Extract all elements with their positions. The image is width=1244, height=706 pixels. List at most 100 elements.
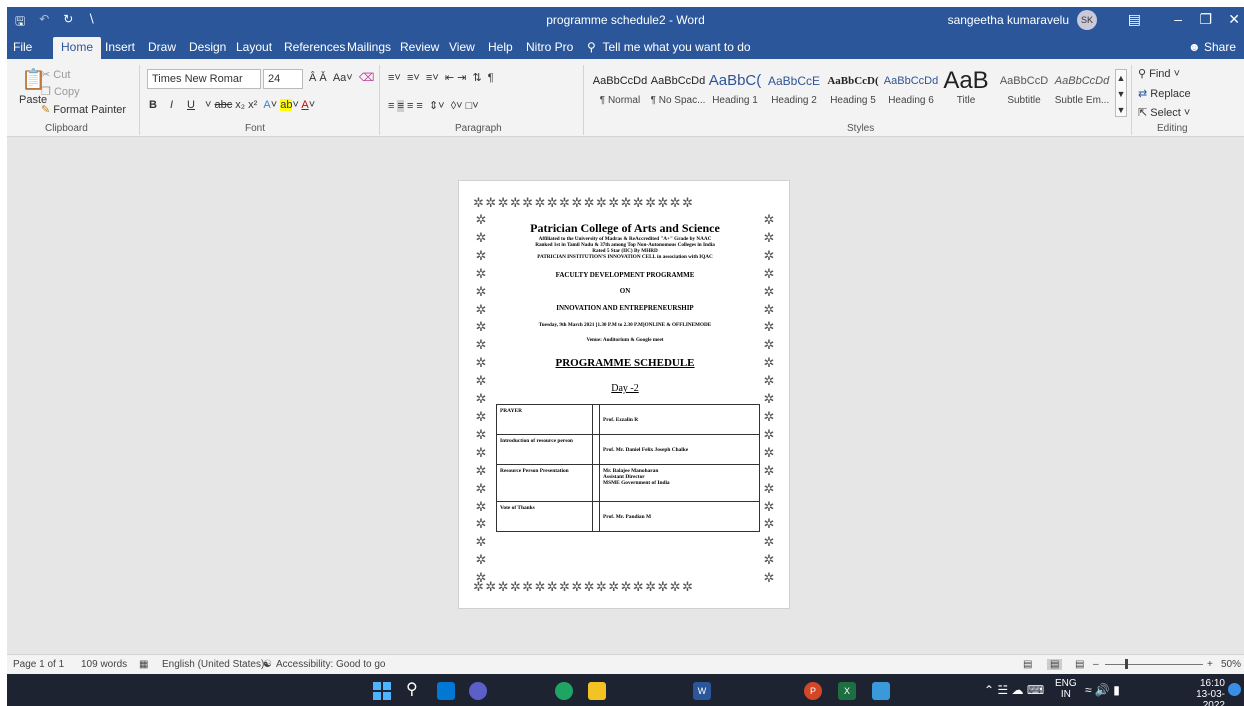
style-heading-1[interactable]: AaBbC(Heading 1 — [704, 67, 766, 115]
scissors-icon: ✂ — [41, 69, 51, 81]
style-subtitle[interactable]: AaBbCcD Subtitle — [993, 67, 1055, 115]
schedule-person: Prof. Mr. Pandian M — [599, 501, 760, 532]
close-icon[interactable]: ✕ — [1228, 11, 1240, 28]
tab-nitro-pro[interactable]: Nitro Pro — [526, 40, 573, 54]
accessibility-status[interactable]: Accessibility: Good to go — [276, 659, 386, 670]
input-language[interactable]: ENG IN — [1055, 678, 1077, 700]
edge-icon[interactable] — [555, 682, 573, 700]
font-size-controls[interactable]: Â Ǎ Aa˅ ⌫ — [309, 71, 374, 84]
clear-formatting-icon[interactable]: ⌫ — [359, 72, 375, 84]
notification-icon[interactable] — [1228, 683, 1241, 696]
style-name: Heading 5 — [830, 95, 876, 106]
zoom-in-icon[interactable]: + — [1207, 659, 1213, 670]
share-button[interactable]: ☻ Share — [1188, 40, 1236, 54]
font-color-icon[interactable]: A — [301, 99, 308, 111]
underline-button[interactable]: U — [187, 99, 195, 111]
on-text: ON — [619, 287, 631, 295]
schedule-item: Vote of Thanks — [496, 501, 593, 532]
zoom-level[interactable]: 50% — [1221, 659, 1241, 670]
replace-button[interactable]: ⇄ Replace — [1138, 87, 1191, 100]
brush-icon: ✎ — [41, 104, 51, 116]
tab-home[interactable]: Home — [53, 37, 102, 60]
tell-me-search[interactable]: ⚲ Tell me what you want to do — [587, 40, 751, 54]
find-button[interactable]: ⚲ Find ˅ — [1138, 67, 1180, 80]
word-count[interactable]: 109 words — [81, 659, 127, 670]
style-normal[interactable]: AaBbCcDd ¶ Normal — [589, 67, 651, 115]
schedule-person: Prof. Ezzalin R — [599, 404, 760, 435]
minimize-icon[interactable]: – — [1174, 11, 1182, 27]
style-heading-6[interactable]: AaBbCcDd Heading 6 — [880, 67, 942, 115]
web-layout-icon[interactable]: ▤ — [1075, 659, 1084, 670]
highlight-icon[interactable]: ab — [280, 99, 293, 111]
zoom-slider[interactable] — [1105, 664, 1203, 665]
file-explorer-icon[interactable] — [588, 682, 606, 700]
table-row: PRAYER Prof. Ezzalin R — [496, 404, 760, 435]
tab-draw[interactable]: Draw — [148, 40, 176, 54]
italic-button[interactable]: I — [170, 99, 173, 111]
tell-me-label: Tell me what you want to do — [602, 40, 751, 54]
style-subtle-emphasis[interactable]: AaBbCcDd Subtle Em... — [1051, 67, 1113, 115]
tab-mailings[interactable]: Mailings — [347, 40, 391, 54]
clock-date: 13-03-2022 — [1196, 689, 1225, 706]
copy-label: Copy — [53, 86, 80, 98]
cut-button[interactable]: ✂ Cut — [41, 68, 70, 81]
alignment-controls[interactable]: ≡ ≡ ≡ ≡ ⇕˅ ◊˅ □˅ — [388, 99, 479, 112]
format-painter-button[interactable]: ✎ Format Painter — [41, 103, 126, 116]
font-size-box[interactable]: 24 — [263, 69, 303, 89]
proofing-icon[interactable]: ▦ — [139, 659, 148, 670]
shading-icon[interactable]: ◊ — [451, 100, 456, 112]
group-label-styles: Styles — [847, 123, 875, 134]
bold-button[interactable]: B — [149, 99, 157, 111]
replace-icon: ⇄ — [1138, 88, 1148, 100]
print-layout-icon[interactable]: ▤ — [1047, 659, 1063, 670]
powerpoint-taskbar-icon[interactable]: P — [804, 682, 822, 700]
text-effects-controls[interactable]: ˅ abc x₂ x² A˅ ab˅ A˅ — [205, 99, 315, 111]
widgets-icon[interactable] — [437, 682, 455, 700]
tray-icons[interactable]: ⌃ ☱ ☁ ⌨ — [984, 683, 1044, 697]
font-name-box[interactable]: Times New Romar — [147, 69, 261, 89]
user-name[interactable]: sangeetha kumaravelu — [948, 13, 1069, 27]
style-heading-5[interactable]: AaBbCcD(Heading 5 — [822, 67, 884, 115]
document-page[interactable]: ✲✲✲✲✲✲✲✲✲✲✲✲✲✲✲✲✲✲ ✲✲✲✲✲✲✲✲✲✲✲✲✲✲✲✲✲✲ ✲ ✲… — [458, 180, 790, 609]
language-code: ENG — [1055, 678, 1077, 689]
restore-icon[interactable]: ❐ — [1199, 11, 1212, 28]
excel-taskbar-icon[interactable]: X — [838, 682, 856, 700]
tab-layout[interactable]: Layout — [236, 40, 272, 54]
select-button[interactable]: ⇱ Select ˅ — [1138, 106, 1190, 119]
style-name: Heading 6 — [888, 95, 934, 106]
accessibility-icon[interactable]: ☯ — [263, 659, 272, 670]
zoom-out-icon[interactable]: – — [1093, 659, 1099, 670]
ribbon-display-icon[interactable]: ▤ — [1128, 11, 1141, 28]
style-name: Heading 1 — [712, 95, 758, 106]
style-heading-2[interactable]: AaBbCcE Heading 2 — [763, 67, 825, 115]
list-controls[interactable]: ≡˅ ≡˅ ≡˅ ⇤ ⇥ ⇅ ¶ — [388, 71, 494, 84]
search-icon[interactable]: ⚲ — [406, 682, 424, 700]
tab-review[interactable]: Review — [400, 40, 439, 54]
zoom-slider-handle[interactable] — [1125, 659, 1128, 669]
word-taskbar-icon[interactable]: W — [693, 682, 711, 700]
read-mode-icon[interactable]: ▤ — [1023, 659, 1032, 670]
copy-button[interactable]: ❐ Copy — [41, 85, 80, 98]
avatar[interactable]: SK — [1077, 10, 1097, 30]
text-effects-icon[interactable]: A — [263, 99, 270, 111]
tab-references[interactable]: References — [284, 40, 345, 54]
style-sample: AaBbCcDd — [883, 75, 939, 87]
language-status[interactable]: English (United States) — [162, 659, 264, 670]
tab-view[interactable]: View — [449, 40, 475, 54]
styles-scroll[interactable]: ▲ ▼ ▼ — [1115, 69, 1127, 117]
windows-start-icon[interactable] — [373, 682, 391, 700]
tab-insert[interactable]: Insert — [105, 40, 135, 54]
region-code: IN — [1060, 689, 1071, 700]
tab-design[interactable]: Design — [189, 40, 226, 54]
teams-chat-icon[interactable] — [469, 682, 487, 700]
clock[interactable]: 16:10 13-03-2022 — [1175, 678, 1225, 706]
tab-file[interactable]: File — [13, 40, 32, 54]
page-count[interactable]: Page 1 of 1 — [13, 659, 64, 670]
style-no-spacing[interactable]: AaBbCcDd ¶ No Spac... — [647, 67, 709, 115]
network-volume-battery[interactable]: ≈ 🔊 ▮ — [1085, 683, 1120, 697]
tab-help[interactable]: Help — [488, 40, 513, 54]
photos-taskbar-icon[interactable] — [872, 682, 890, 700]
style-title[interactable]: AaB Title — [935, 67, 997, 115]
replace-label: Replace — [1150, 88, 1191, 100]
page-border-top: ✲✲✲✲✲✲✲✲✲✲✲✲✲✲✲✲✲✲ — [473, 195, 695, 210]
